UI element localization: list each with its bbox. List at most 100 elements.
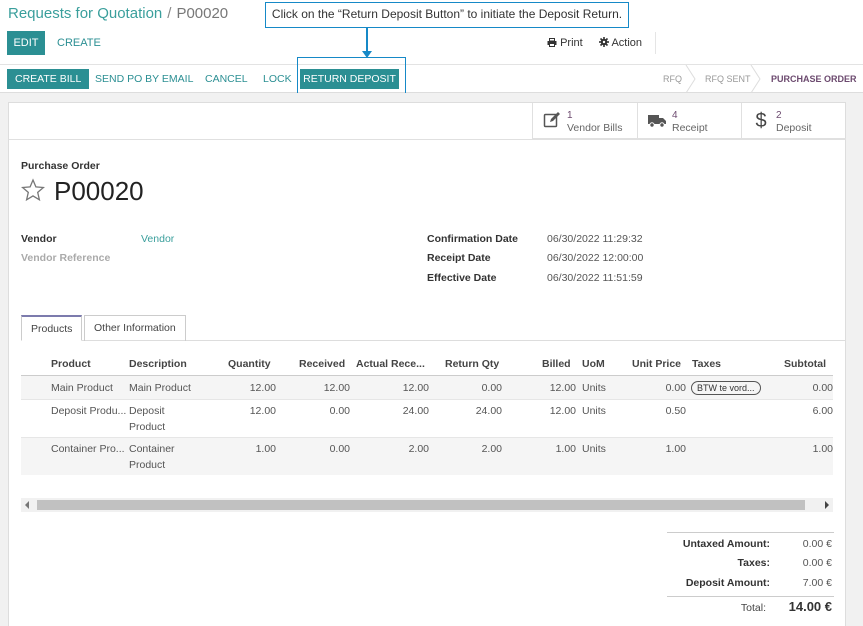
cell-return-qty: 2.00 xyxy=(481,443,502,455)
lock-button[interactable]: LOCK xyxy=(263,69,292,89)
untaxed-amount-label: Untaxed Amount: xyxy=(682,538,770,550)
tab-products[interactable]: Products xyxy=(21,315,83,341)
deposit-amount-label: Deposit Amount: xyxy=(685,577,770,589)
confirmation-date-label: Confirmation Date xyxy=(427,233,519,245)
tutorial-tooltip: Click on the “Return Deposit Button” to … xyxy=(265,2,629,28)
breadcrumb: Requests for Quotation / P00020 xyxy=(8,5,228,22)
cell-received: 0.00 xyxy=(329,405,350,417)
effective-date-label: Effective Date xyxy=(427,272,497,284)
print-icon xyxy=(547,38,557,47)
edit-icon xyxy=(543,112,560,128)
receipt-count: 4 xyxy=(672,110,678,121)
svg-text:$: $ xyxy=(755,111,766,129)
cell-uom: Units xyxy=(582,443,606,455)
star-icon[interactable] xyxy=(21,178,45,202)
button-box-divider xyxy=(9,139,846,140)
receipt-smart-button[interactable]: 4 Receipt xyxy=(637,103,741,139)
status-purchase-order: PURCHASE ORDER xyxy=(771,74,857,84)
cell-description: Main Product xyxy=(129,382,191,394)
cell-unit-price: 0.50 xyxy=(665,405,686,417)
cell-actual-received: 24.00 xyxy=(402,405,429,417)
tooltip-arrow xyxy=(366,28,368,52)
total-value: 14.00 € xyxy=(788,599,832,614)
status-chevron-icon xyxy=(750,65,761,93)
cell-subtotal: 6.00 xyxy=(812,405,833,417)
cell-billed: 12.00 xyxy=(549,405,576,417)
truck-icon xyxy=(648,115,666,128)
totals-divider xyxy=(667,532,834,533)
cell-received: 12.00 xyxy=(323,382,350,394)
order-name: P00020 xyxy=(54,176,144,206)
status-chevron-icon xyxy=(685,65,696,93)
taxes-value: 0.00 € xyxy=(802,557,832,569)
scroll-right-arrow-icon[interactable] xyxy=(825,501,829,509)
gear-icon xyxy=(599,37,609,47)
cancel-button[interactable]: CANCEL xyxy=(205,69,248,89)
confirmation-date-value: 06/30/2022 11:29:32 xyxy=(547,233,643,245)
receipt-date-label: Receipt Date xyxy=(427,252,491,264)
vendor-label: Vendor xyxy=(21,233,57,245)
breadcrumb-parent-link[interactable]: Requests for Quotation xyxy=(8,5,162,22)
horizontal-scrollbar[interactable] xyxy=(21,498,833,512)
cell-description: Deposit Product xyxy=(129,405,166,433)
column-header-description[interactable]: Description xyxy=(129,358,187,370)
cell-subtotal: 0.00 xyxy=(812,382,833,394)
print-label: Print xyxy=(560,37,583,49)
status-rfq-sent[interactable]: RFQ SENT xyxy=(705,65,751,93)
cell-unit-price: 1.00 xyxy=(665,443,686,455)
edit-button[interactable]: EDIT xyxy=(7,31,45,55)
breadcrumb-current: P00020 xyxy=(176,5,229,22)
vendor-bills-smart-button[interactable]: 1 Vendor Bills xyxy=(532,103,637,139)
cell-quantity: 12.00 xyxy=(249,382,276,394)
cell-product: Deposit Produ... xyxy=(51,405,127,417)
action-dropdown[interactable]: Action xyxy=(599,37,642,49)
column-header-uom[interactable]: UoM xyxy=(582,358,605,370)
cell-uom: Units xyxy=(582,382,606,394)
cell-quantity: 12.00 xyxy=(249,405,276,417)
cell-actual-received: 12.00 xyxy=(402,382,429,394)
send-po-email-button[interactable]: SEND PO BY EMAIL xyxy=(95,69,193,89)
effective-date-value: 06/30/2022 11:51:59 xyxy=(547,272,643,284)
column-header-actual-received[interactable]: Actual Rece... xyxy=(356,358,425,370)
total-label: Total: xyxy=(740,602,766,614)
dollar-icon: $ xyxy=(755,111,766,129)
vendor-reference-label: Vendor Reference xyxy=(21,252,111,264)
vendor-link[interactable]: Vendor xyxy=(141,233,174,245)
cell-billed: 12.00 xyxy=(549,382,576,394)
cell-product: Main Product xyxy=(51,382,113,394)
create-bill-button[interactable]: CREATE BILL xyxy=(7,69,90,89)
column-header-received[interactable]: Received xyxy=(299,358,345,370)
receipt-label: Receipt xyxy=(672,122,708,134)
column-header-subtotal[interactable]: Subtotal xyxy=(784,358,826,370)
print-dropdown[interactable]: Print xyxy=(547,37,583,49)
receipt-date-value: 06/30/2022 12:00:00 xyxy=(547,252,644,264)
column-header-billed[interactable]: Billed xyxy=(542,358,571,370)
deposit-amount-value: 7.00 € xyxy=(802,577,832,589)
taxes-label: Taxes: xyxy=(737,557,771,569)
tab-other-information[interactable]: Other Information xyxy=(84,315,186,341)
tax-tag[interactable]: BTW te vord... xyxy=(691,381,761,395)
cell-return-qty: 0.00 xyxy=(481,382,502,394)
breadcrumb-separator: / xyxy=(167,5,172,22)
cell-actual-received: 2.00 xyxy=(408,443,429,455)
scroll-left-arrow-icon[interactable] xyxy=(25,501,29,509)
divider xyxy=(655,32,656,54)
column-header-quantity[interactable]: Quantity xyxy=(228,358,271,370)
total-divider xyxy=(667,596,834,597)
cell-uom: Units xyxy=(582,405,606,417)
deposit-smart-button[interactable]: $ 2 Deposit xyxy=(741,103,846,139)
column-header-return-qty[interactable]: Return Qty xyxy=(445,358,499,370)
untaxed-amount-value: 0.00 € xyxy=(802,538,832,550)
scrollbar-thumb[interactable] xyxy=(37,500,805,510)
cell-subtotal: 1.00 xyxy=(812,443,833,455)
create-button[interactable]: CREATE xyxy=(57,37,101,49)
cell-received: 0.00 xyxy=(329,443,350,455)
column-header-product[interactable]: Product xyxy=(51,358,91,370)
column-header-taxes[interactable]: Taxes xyxy=(692,358,721,370)
cell-return-qty: 24.00 xyxy=(475,405,502,417)
action-label: Action xyxy=(611,37,643,49)
cell-billed: 1.00 xyxy=(555,443,576,455)
column-header-unit-price[interactable]: Unit Price xyxy=(632,358,681,370)
cell-product: Container Pro... xyxy=(51,443,125,455)
status-rfq[interactable]: RFQ xyxy=(663,65,682,93)
